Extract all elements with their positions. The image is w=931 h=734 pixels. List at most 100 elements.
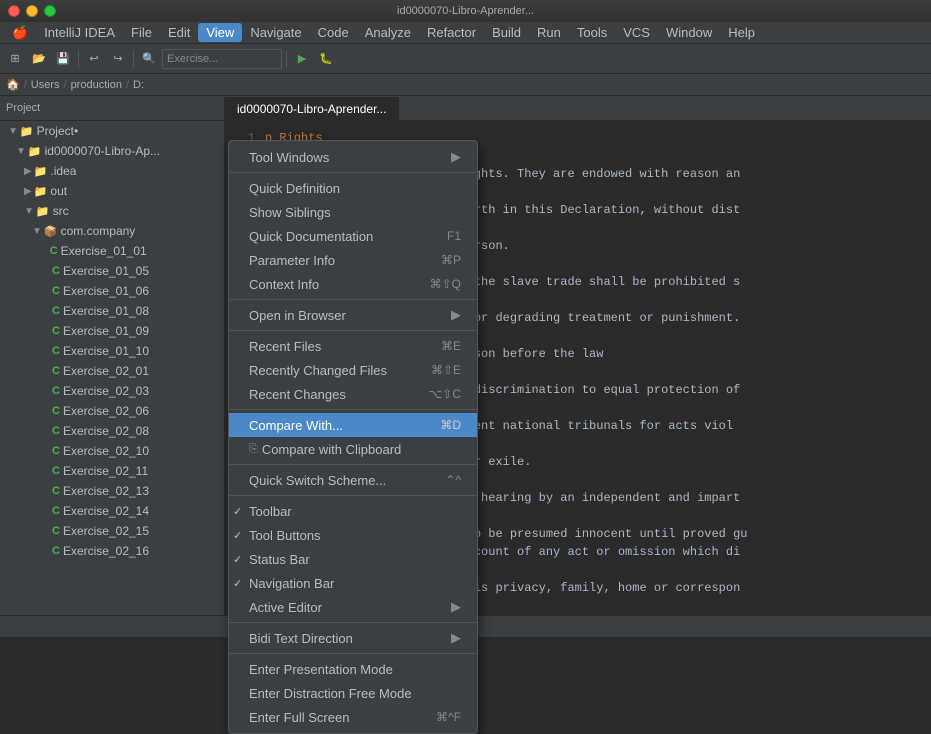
menu-full-screen[interactable]: Enter Full Screen ⌘^F [229,705,477,729]
project-panel: Project ▼ 📁 Project• ▼ 📁 id0000070-Libro… [0,96,225,615]
menu-toolbar[interactable]: ✓ Toolbar [229,499,477,523]
menu-show-siblings[interactable]: Show Siblings [229,200,477,224]
menu-vcs[interactable]: VCS [615,23,658,42]
menu-quick-switch[interactable]: Quick Switch Scheme... ⌃^ [229,468,477,492]
menu-tool-windows[interactable]: Tool Windows ▶ [229,145,477,169]
class-icon: C [52,465,60,477]
menu-help[interactable]: Help [720,23,763,42]
tree-item-ex0213[interactable]: C Exercise_02_13 [0,481,224,501]
menu-build[interactable]: Build [484,23,529,42]
tree-item-project[interactable]: ▼ 📁 Project• [0,121,224,141]
menu-recent-files[interactable]: Recent Files ⌘E [229,334,477,358]
maximize-button[interactable] [44,5,56,17]
toolbar-sep-1 [78,50,79,68]
arrow-icon: ▶ [24,166,32,177]
menu-navigate[interactable]: Navigate [242,23,309,42]
menu-intellij[interactable]: IntelliJ IDEA [36,23,123,42]
tree-item-ex0214[interactable]: C Exercise_02_14 [0,501,224,521]
tree-item-ex0203[interactable]: C Exercise_02_03 [0,381,224,401]
menu-quick-doc[interactable]: Quick Documentation F1 [229,224,477,248]
tree-item-ex0211[interactable]: C Exercise_02_11 [0,461,224,481]
toolbar-search[interactable]: Exercise... [162,49,282,69]
menu-file[interactable]: File [123,23,160,42]
menu-active-editor[interactable]: Active Editor ▶ [229,595,477,619]
submenu-arrow-icon: ▶ [451,630,461,646]
toolbar-run[interactable]: ▶ [291,48,313,70]
class-icon: C [52,265,60,277]
menu-sep-4 [229,409,477,410]
tree-item-ex0110[interactable]: C Exercise_01_10 [0,341,224,361]
menu-run[interactable]: Run [529,23,569,42]
main-area: Project ▼ 📁 Project• ▼ 📁 id0000070-Libro… [0,96,931,615]
toolbar-icon-2[interactable]: 📂 [28,48,50,70]
tree-item-company[interactable]: ▼ 📦 com.company [0,221,224,241]
menu-presentation-mode[interactable]: Enter Presentation Mode [229,657,477,681]
menu-sep-8 [229,653,477,654]
toolbar-icon-4[interactable]: ↩ [83,48,105,70]
minimize-button[interactable] [26,5,38,17]
tree-item-ex0108[interactable]: C Exercise_01_08 [0,301,224,321]
tree-item-idea[interactable]: ▶ 📁 .idea [0,161,224,181]
editor-tab-active[interactable]: id0000070-Libro-Aprender... [225,97,399,120]
menu-recently-changed[interactable]: Recently Changed Files ⌘⇧E [229,358,477,382]
menu-context-info[interactable]: Context Info ⌘⇧Q [229,272,477,296]
toolbar-icon-1[interactable]: ⊞ [4,48,26,70]
menu-recent-changes[interactable]: Recent Changes ⌥⇧C [229,382,477,406]
menu-distraction-free[interactable]: Enter Distraction Free Mode [229,681,477,705]
tree-item-ex0106[interactable]: C Exercise_01_06 [0,281,224,301]
tree-item-ex0210[interactable]: C Exercise_02_10 [0,441,224,461]
menu-parameter-info[interactable]: Parameter Info ⌘P [229,248,477,272]
close-button[interactable] [8,5,20,17]
menu-compare-clipboard[interactable]: ⎘ Compare with Clipboard [229,437,477,461]
tree-item-ex0206[interactable]: C Exercise_02_06 [0,401,224,421]
menu-quick-definition[interactable]: Quick Definition [229,176,477,200]
menu-tool-buttons[interactable]: ✓ Tool Buttons [229,523,477,547]
menu-apple[interactable]: 🍎 [4,23,36,43]
menu-bar: 🍎 IntelliJ IDEA File Edit View Navigate … [0,22,931,44]
menu-navigation-bar[interactable]: ✓ Navigation Bar [229,571,477,595]
toolbar-debug[interactable]: 🐛 [315,48,337,70]
tree-item-ex0216[interactable]: C Exercise_02_16 [0,541,224,561]
tree-item-ex0101[interactable]: ▶ C Exercise_01_01 [0,241,224,261]
menu-compare-with[interactable]: Compare With... ⌘D [229,413,477,437]
class-icon: C [52,405,60,417]
menu-edit[interactable]: Edit [160,23,198,42]
bc-d[interactable]: D: [133,79,144,91]
shortcut-label: ⌘^F [436,710,461,724]
toolbar-icon-6[interactable]: 🔍 [138,48,160,70]
submenu-arrow-icon: ▶ [451,149,461,165]
menu-status-bar[interactable]: ✓ Status Bar [229,547,477,571]
shortcut-label: ⌘⇧E [431,363,461,377]
menu-refactor[interactable]: Refactor [419,23,484,42]
tree-item-ex0215[interactable]: C Exercise_02_15 [0,521,224,541]
menu-view[interactable]: View [198,23,242,42]
tree-item-ex0208[interactable]: C Exercise_02_08 [0,421,224,441]
view-menu: Tool Windows ▶ Quick Definition Show Sib… [228,140,478,734]
tree-item-src[interactable]: ▼ 📁 src [0,201,224,221]
menu-analyze[interactable]: Analyze [357,23,419,42]
toolbar-icon-3[interactable]: 💾 [52,48,74,70]
shortcut-label: F1 [447,229,461,243]
menu-bidi-text[interactable]: Bidi Text Direction ▶ [229,626,477,650]
project-label: Project [6,102,40,114]
menu-tools[interactable]: Tools [569,23,615,42]
submenu-arrow-icon: ▶ [451,599,461,615]
tree-item-ex0105[interactable]: C Exercise_01_05 [0,261,224,281]
breadcrumb: 🏠 / Users / production / D: [0,74,931,96]
editor-tabs: id0000070-Libro-Aprender... [225,96,931,121]
arrow-icon: ▶ [24,186,32,197]
tree-item-out[interactable]: ▶ 📁 out [0,181,224,201]
toolbar-sep-3 [286,50,287,68]
bc-users[interactable]: Users [31,79,60,91]
tree-item-ex0201[interactable]: C Exercise_02_01 [0,361,224,381]
check-icon: ✓ [233,529,242,542]
class-icon: C [52,325,60,337]
toolbar-icon-5[interactable]: ↪ [107,48,129,70]
tree-item-ex0109[interactable]: C Exercise_01_09 [0,321,224,341]
menu-open-browser[interactable]: Open in Browser ▶ [229,303,477,327]
package-icon: 📦 [44,225,58,238]
tree-item-root[interactable]: ▼ 📁 id0000070-Libro-Ap... [0,141,224,161]
bc-production[interactable]: production [71,79,122,91]
menu-window[interactable]: Window [658,23,720,42]
menu-code[interactable]: Code [310,23,357,42]
